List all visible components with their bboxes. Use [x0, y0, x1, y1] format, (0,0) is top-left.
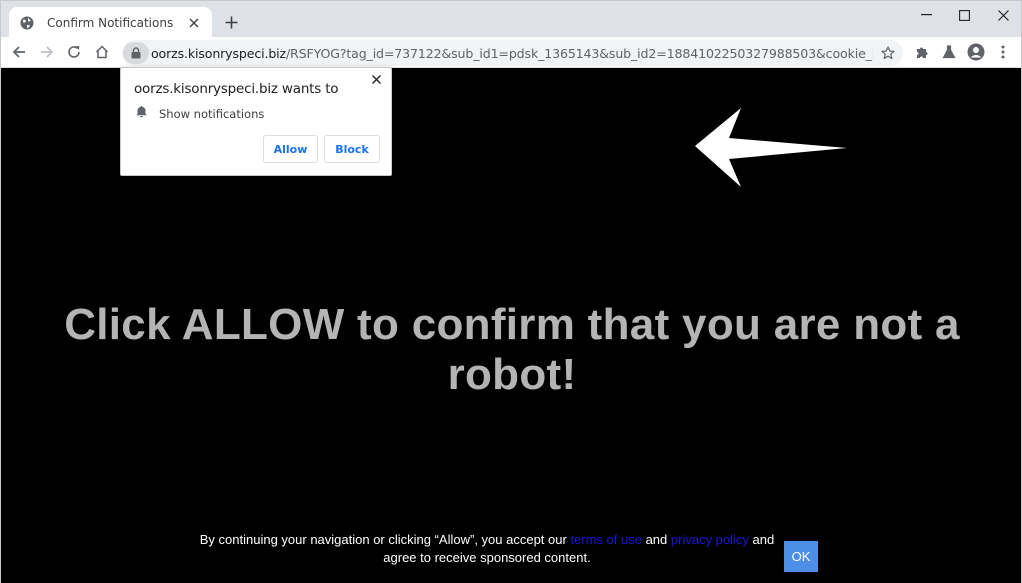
browser-toolbar: oorzs.kisonryspeci.biz/RSFYOG?tag_id=737…: [0, 37, 1022, 68]
address-bar[interactable]: oorzs.kisonryspeci.biz/RSFYOG?tag_id=737…: [122, 40, 903, 66]
more-menu-icon[interactable]: [991, 41, 1015, 63]
block-button[interactable]: Block: [324, 135, 380, 163]
url-host: oorzs.kisonryspeci.biz: [151, 45, 286, 61]
new-tab-plus-icon[interactable]: [221, 12, 241, 32]
permission-row: Show notifications: [135, 105, 264, 123]
lab-flask-icon[interactable]: [937, 41, 961, 63]
tab-close-icon[interactable]: [186, 15, 202, 31]
tab-confirm-notifications[interactable]: Confirm Notifications: [9, 7, 212, 38]
maximize-icon[interactable]: [949, 5, 979, 25]
minimize-icon[interactable]: [911, 5, 941, 25]
url-path: /RSFYOG?tag_id=737122&sub_id1=pdsk_13651…: [285, 45, 873, 61]
tab-strip: Confirm Notifications: [0, 0, 1022, 38]
home-icon[interactable]: [90, 41, 114, 63]
tab-title: Confirm Notifications: [47, 15, 174, 30]
notification-permission-popup: oorzs.kisonryspeci.biz wants to Show not…: [120, 67, 392, 176]
profile-avatar-icon[interactable]: [964, 41, 988, 63]
url-text: oorzs.kisonryspeci.biz/RSFYOG?tag_id=737…: [151, 46, 873, 61]
lock-icon[interactable]: [123, 42, 149, 64]
page-headline: Click ALLOW to confirm that you are not …: [64, 300, 960, 399]
back-arrow-icon[interactable]: [7, 41, 31, 63]
consent-text-and: and: [641, 532, 671, 547]
close-window-icon[interactable]: [988, 5, 1018, 25]
forward-arrow-icon[interactable]: [35, 41, 59, 63]
allow-button[interactable]: Allow: [263, 135, 318, 163]
terms-of-use-link[interactable]: terms of use: [570, 532, 642, 547]
globe-icon: [19, 15, 35, 31]
ok-button[interactable]: OK: [784, 541, 818, 572]
popup-close-icon[interactable]: [369, 72, 383, 86]
permission-label: Show notifications: [159, 107, 265, 121]
reload-icon[interactable]: [62, 41, 86, 63]
privacy-policy-link[interactable]: privacy policy: [671, 532, 749, 547]
popup-title: oorzs.kisonryspeci.biz wants to: [134, 81, 339, 97]
white-arrow-left-icon: [695, 108, 847, 187]
bell-icon: [135, 105, 148, 123]
bookmark-star-icon[interactable]: [879, 44, 897, 62]
extensions-puzzle-icon[interactable]: [910, 41, 934, 63]
consent-text-part1: By continuing your navigation or clickin…: [199, 532, 571, 547]
consent-text: By continuing your navigation or clickin…: [196, 531, 778, 567]
